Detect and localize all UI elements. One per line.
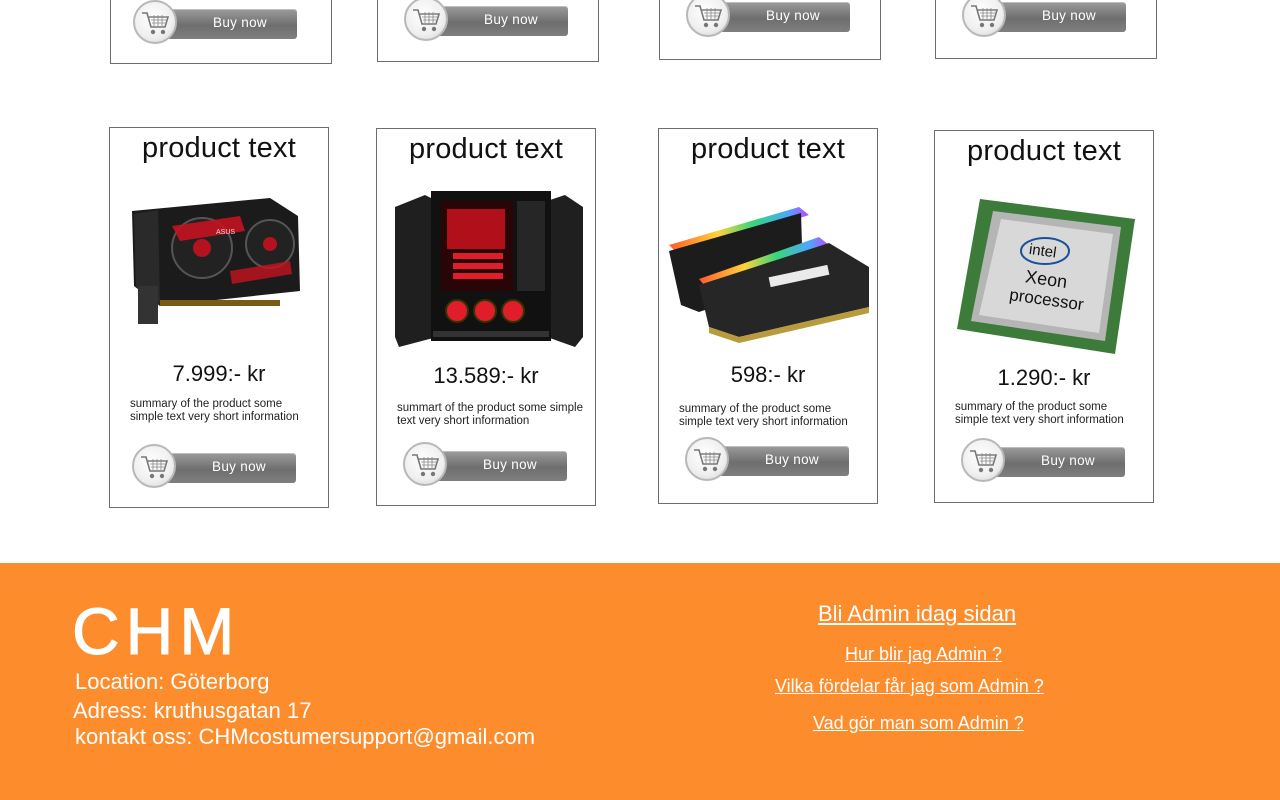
product-summary: summart of the product some simple text …	[397, 402, 583, 427]
product-title: product text	[409, 133, 563, 165]
product-card-top-3: Buy now	[659, 0, 881, 60]
footer-address: Adress: kruthusgatan 17	[73, 698, 312, 723]
cart-icon	[961, 438, 1005, 482]
buy-now-button[interactable]: Buy now	[132, 444, 298, 492]
buy-now-button[interactable]: Buy now	[403, 442, 569, 490]
product-card-4: product text intel Xeon processor 1.290:…	[934, 130, 1154, 503]
product-title: product text	[967, 135, 1121, 167]
product-card-top-4: Buy now	[935, 0, 1157, 59]
footer-contact: kontakt oss: CHMcostumersupport@gmail.co…	[75, 724, 536, 749]
product-card-top-1: Buy now	[110, 0, 332, 64]
buy-now-label: Buy now	[1041, 453, 1095, 468]
product-price: 7.999:- kr	[172, 361, 266, 386]
product-summary: summary of the product some simple text …	[679, 403, 848, 428]
cart-icon	[132, 444, 176, 488]
admin-duties-link[interactable]: Vad gör man som Admin ?	[813, 713, 1024, 734]
cart-icon	[403, 442, 447, 486]
admin-page-link[interactable]: Bli Admin idag sidan	[818, 601, 1016, 627]
product-price: 1.290:- kr	[997, 365, 1091, 390]
buy-now-label: Buy now	[212, 459, 266, 474]
admin-benefits-link[interactable]: Vilka fördelar får jag som Admin ?	[775, 676, 1044, 697]
buy-now-button[interactable]: Buy now	[686, 0, 852, 41]
ram-modules-image	[669, 207, 869, 343]
gaming-pc-image	[395, 191, 583, 347]
product-title: product text	[691, 133, 845, 165]
buy-now-label: Buy now	[1042, 8, 1096, 23]
product-card-1: product text ASUS 7.999:- kr summary of …	[109, 127, 329, 508]
buy-now-label: Buy now	[766, 8, 820, 23]
buy-now-label: Buy now	[483, 457, 537, 472]
buy-now-label: Buy now	[765, 452, 819, 467]
buy-now-label: Buy now	[213, 15, 267, 30]
cart-icon	[133, 0, 177, 44]
product-summary: summary of the product some simple text …	[130, 398, 299, 423]
buy-now-button[interactable]: Buy now	[404, 0, 570, 45]
product-card-2: product text 13.589:- kr summart of the …	[376, 128, 596, 506]
cpu-image: intel Xeon processor	[957, 199, 1135, 354]
buy-now-button[interactable]: Buy now	[685, 437, 851, 485]
product-card-top-2: Buy now	[377, 0, 599, 62]
buy-now-label: Buy now	[484, 12, 538, 27]
buy-now-button[interactable]: Buy now	[962, 0, 1128, 41]
how-become-admin-link[interactable]: Hur blir jag Admin ?	[845, 644, 1002, 665]
svg-text:ASUS: ASUS	[216, 229, 235, 236]
product-title: product text	[142, 132, 296, 164]
buy-now-button[interactable]: Buy now	[133, 0, 299, 48]
buy-now-button[interactable]: Buy now	[961, 438, 1127, 486]
product-card-3: product text 598:- kr summary of the pro…	[658, 128, 878, 504]
cart-icon	[685, 437, 729, 481]
product-summary: summary of the product some simple text …	[955, 401, 1124, 426]
site-logo: CHM	[71, 594, 241, 668]
graphics-card-image: ASUS	[132, 198, 300, 324]
footer-location: Location: Göterborg	[75, 669, 270, 694]
product-price: 598:- kr	[730, 362, 806, 387]
product-price: 13.589:- kr	[433, 363, 539, 388]
